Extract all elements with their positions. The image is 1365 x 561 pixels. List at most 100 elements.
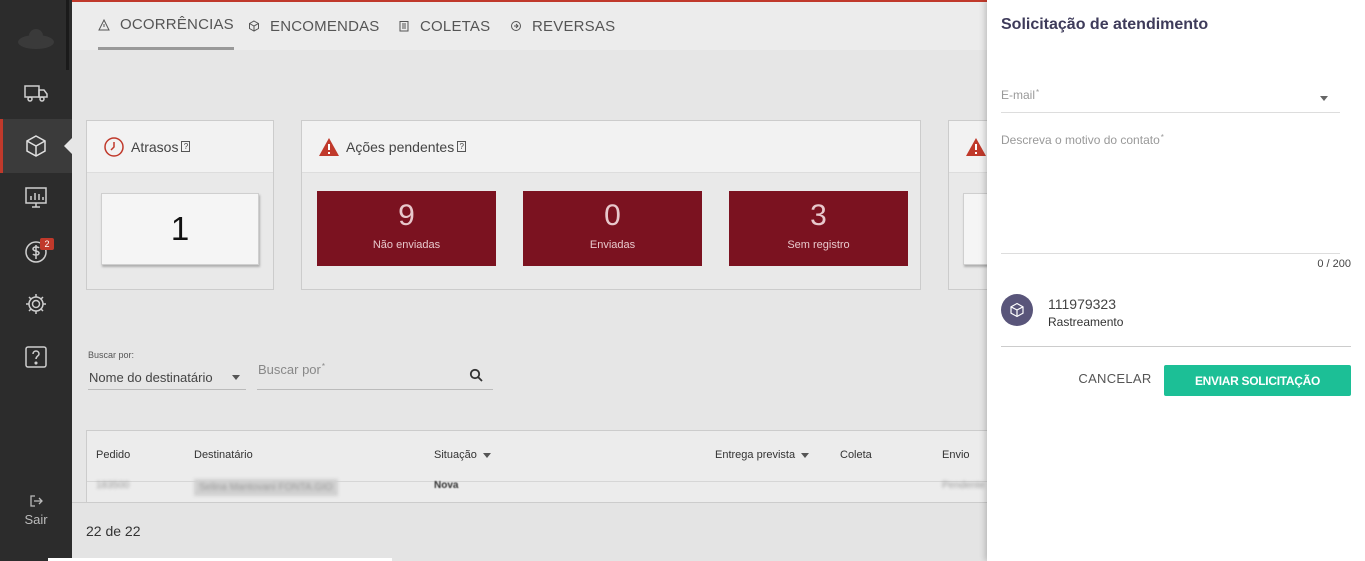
stat-value: 3 — [810, 199, 827, 232]
send-request-button[interactable]: ENVIAR SOLICITAÇÃO — [1164, 365, 1351, 396]
third-card — [948, 120, 987, 290]
sidebar-item-shipments[interactable] — [0, 66, 72, 120]
row-envio: Pendente — [942, 480, 985, 491]
sidebar-item-help[interactable] — [0, 330, 72, 384]
main-content: OCORRÊNCIAS ENCOMENDAS COLETAS REVERSAS … — [72, 0, 987, 561]
tab-reversas[interactable]: REVERSAS — [510, 2, 615, 50]
tab-ocorrencias[interactable]: OCORRÊNCIAS — [98, 2, 234, 50]
tab-label: REVERSAS — [532, 17, 616, 35]
required-mark: * — [321, 362, 325, 371]
result-count: 22 de 22 — [86, 523, 141, 539]
atrasos-stat[interactable]: 1 — [101, 193, 259, 265]
orders-table: Pedido Destinatário Situação Entrega pre… — [86, 430, 987, 510]
help-icon — [25, 346, 47, 368]
third-card-header — [949, 121, 987, 173]
row-situacao: Nova — [434, 480, 459, 491]
th-pedido[interactable]: Pedido — [96, 449, 130, 461]
stat-label: Sem registro — [787, 239, 850, 251]
search-icon[interactable] — [469, 368, 483, 382]
sidebar-item-reports[interactable] — [0, 171, 72, 225]
sort-caret-icon — [482, 452, 491, 458]
char-counter: 0 / 200 — [1317, 258, 1351, 270]
stat-label: Enviadas — [589, 239, 636, 251]
support-request-panel: Solicitação de atendimento E-mail* Descr… — [987, 0, 1365, 561]
sidebar-item-orders[interactable] — [0, 119, 72, 173]
tab-label: ENCOMENDAS — [270, 17, 380, 35]
description-label: Descreva o motivo do contato — [1001, 133, 1160, 147]
sort-caret-icon — [801, 452, 810, 458]
help-tooltip-icon[interactable]: ? — [457, 141, 467, 152]
stat-sem-registro[interactable]: 3 Sem registro — [729, 191, 908, 266]
help-tooltip-icon[interactable]: ? — [181, 141, 191, 152]
third-card-stat[interactable] — [963, 193, 987, 265]
email-label: E-mail — [1001, 88, 1036, 102]
search-placeholder: Buscar por — [258, 362, 321, 377]
th-envio[interactable]: Envio — [942, 449, 970, 461]
alert-triangle-icon — [966, 137, 986, 156]
description-textarea[interactable]: Descreva o motivo do contato* — [1001, 133, 1340, 254]
th-label: Situação — [434, 449, 477, 461]
package-icon — [26, 135, 46, 157]
logout-icon — [30, 495, 43, 507]
search-by-select[interactable]: Nome do destinatário — [88, 366, 246, 390]
finance-badge: 2 — [40, 238, 54, 250]
tab-coletas[interactable]: COLETAS — [398, 2, 490, 50]
clock-icon — [104, 136, 124, 157]
top-tabs: OCORRÊNCIAS ENCOMENDAS COLETAS REVERSAS — [72, 0, 987, 50]
logout-label: Sair — [24, 512, 48, 527]
stat-label: Não enviadas — [372, 239, 441, 251]
th-label: Pedido — [96, 449, 131, 461]
th-label: Coleta — [840, 449, 872, 461]
cancel-button[interactable]: CANCELAR — [1075, 366, 1155, 390]
required-mark: * — [1036, 88, 1040, 97]
clipboard-icon — [399, 21, 409, 32]
th-situacao[interactable]: Situação — [434, 449, 497, 461]
atrasos-card-header: Atrasos ? — [87, 121, 273, 173]
row-pedido: 183500 — [96, 480, 130, 491]
package-avatar — [1001, 294, 1033, 326]
alert-triangle-icon — [319, 137, 339, 156]
cloud-logo — [18, 29, 54, 49]
stat-enviadas[interactable]: 0 Enviadas — [523, 191, 702, 266]
stat-nao-enviadas[interactable]: 9 Não enviadas — [317, 191, 496, 266]
panel-title: Solicitação de atendimento — [1001, 16, 1209, 33]
tab-label: OCORRÊNCIAS — [120, 16, 234, 33]
warning-icon — [98, 18, 110, 30]
acoes-title: Ações pendentes — [346, 138, 455, 155]
required-mark: * — [1160, 133, 1164, 142]
gear-icon — [26, 294, 46, 314]
atrasos-value: 1 — [170, 210, 190, 247]
tracking-reference: 111979323 Rastreamento — [1001, 292, 1351, 347]
sidebar-item-finance[interactable]: 2 — [0, 224, 72, 278]
search-input[interactable]: Buscar por* — [257, 362, 493, 390]
chevron-down-icon — [1320, 96, 1328, 101]
acoes-card-header: Ações pendentes ? — [302, 121, 920, 173]
pagination-footer: 22 de 22 — [72, 502, 987, 561]
sidebar: 2 Sair — [0, 0, 72, 561]
package-icon — [1010, 302, 1024, 318]
sidebar-scrollbar[interactable] — [66, 0, 69, 70]
chevron-down-icon — [232, 375, 240, 380]
return-icon — [511, 21, 521, 31]
tracking-type: Rastreamento — [1048, 315, 1124, 329]
th-label: Entrega prevista — [715, 449, 796, 461]
tab-encomendas[interactable]: ENCOMENDAS — [248, 2, 380, 50]
email-select[interactable]: E-mail* — [1001, 88, 1340, 113]
truck-icon — [24, 85, 48, 102]
tab-label: COLETAS — [420, 17, 491, 35]
search-label: Buscar por: — [88, 350, 135, 360]
th-entrega-prevista[interactable]: Entrega prevista — [715, 449, 815, 461]
row-destinatario: Selina Mantovani FONTA.GIO — [194, 479, 338, 496]
th-coleta[interactable]: Coleta — [840, 449, 872, 461]
th-label: Destinatário — [194, 449, 253, 461]
stat-value: 9 — [398, 199, 415, 232]
tracking-number: 111979323 — [1048, 296, 1116, 312]
th-label: Envio — [942, 449, 970, 461]
stat-value: 0 — [604, 199, 621, 232]
chart-icon — [25, 187, 47, 208]
sidebar-item-settings[interactable] — [0, 277, 72, 331]
th-destinatario[interactable]: Destinatário — [194, 449, 253, 461]
select-value: Nome do destinatário — [89, 370, 213, 385]
atrasos-title: Atrasos — [131, 138, 179, 155]
logout-button[interactable]: Sair — [0, 494, 72, 527]
